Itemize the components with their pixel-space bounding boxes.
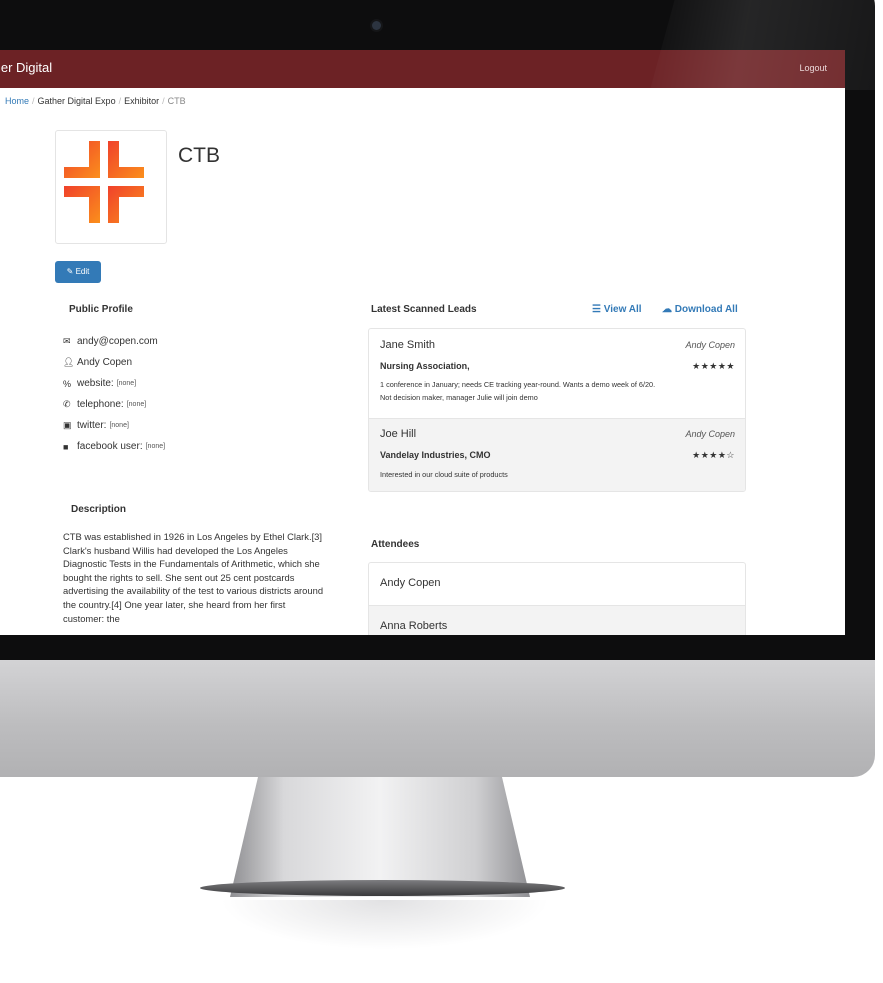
brand-link[interactable]: ther Digital (0, 60, 52, 75)
download-all-label: Download All (674, 304, 738, 315)
breadcrumb-exhibitor[interactable]: Exhibitor (124, 96, 159, 106)
attendee-name: Andy Copen (380, 577, 441, 589)
edit-button[interactable]: ✎ Edit (55, 261, 101, 283)
breadcrumb-separator: / (32, 96, 35, 106)
lead-note-line2: Not decision maker, manager Julie will j… (380, 393, 538, 402)
attendee-name: Anna Roberts (380, 620, 448, 632)
breadcrumb-separator: / (118, 96, 122, 106)
lead-item[interactable]: Jane Smith Andy Copen Nursing Associatio… (369, 329, 745, 418)
website-value: [none] (116, 380, 137, 387)
lead-org: Vandelay Industries, CMO (380, 450, 491, 460)
lead-rating: ★★★★★ (692, 361, 735, 371)
lead-org: Nursing Association, (380, 361, 470, 371)
lead-owner: Andy Copen (685, 340, 735, 350)
breadcrumb-separator: / (162, 96, 165, 106)
twitter-label: twitter: (77, 420, 107, 431)
camera-icon (372, 21, 381, 30)
logout-link[interactable]: Logout (799, 63, 827, 73)
monitor-reflection (220, 900, 550, 950)
user-icon: 👤︎ (63, 357, 75, 367)
lead-note-line1: Interested in our cloud suite of product… (380, 470, 508, 479)
lead-note-line1: 1 conference in January; needs CE tracki… (380, 380, 656, 389)
profile-list: ✉ andy@copen.com 👤︎ Andy Copen % website… (63, 331, 165, 457)
edit-icon: ✎ (66, 267, 74, 276)
leads-title: Latest Scanned Leads (371, 304, 477, 315)
ctb-logo-icon (64, 141, 144, 223)
attendees-title: Attendees (371, 539, 420, 550)
contact-name: Andy Copen (77, 357, 133, 368)
app-screen: ther Digital Logout Home/Gather Digital … (0, 50, 845, 635)
email-link[interactable]: andy@copen.com (77, 336, 158, 347)
profile-contact: 👤︎ Andy Copen (63, 352, 165, 373)
lead-name: Jane Smith (380, 339, 436, 351)
edit-button-label: Edit (75, 267, 90, 276)
top-navbar: ther Digital Logout (0, 50, 845, 88)
breadcrumb: Home / Gather Digital Expo / Exhibitor / CTB (5, 96, 186, 106)
view-all-label: View All (603, 304, 642, 315)
company-title: CTB (178, 144, 220, 167)
attendee-item[interactable]: Andy Copen (369, 563, 745, 605)
telephone-label: telephone: (77, 399, 124, 410)
lead-name: Joe Hill (380, 428, 417, 440)
website-label: website: (77, 378, 114, 389)
lead-rating: ★★★★☆ (692, 450, 735, 460)
profile-telephone: ✆ telephone: [none] (63, 394, 165, 415)
twitter-value: [none] (109, 422, 129, 429)
description-title: Description (71, 504, 127, 515)
facebook-value: [none] (145, 443, 166, 450)
facebook-label: facebook user: (77, 441, 143, 452)
monitor-chin (0, 660, 875, 777)
breadcrumb-expo[interactable]: Gather Digital Expo (38, 96, 116, 106)
download-all-link[interactable]: ☁ Download All (662, 304, 738, 315)
telephone-value: [none] (126, 401, 147, 408)
lead-item[interactable]: Joe Hill Andy Copen Vandelay Industries,… (369, 418, 745, 491)
cloud-download-icon: ☁ (662, 304, 672, 315)
profile-website: % website: [none] (63, 373, 165, 394)
monitor-stand (230, 777, 530, 897)
profile-twitter: ▣ twitter: [none] (63, 415, 165, 436)
attendee-item[interactable]: Anna Roberts (369, 605, 745, 635)
profile-email: ✉ andy@copen.com (63, 331, 165, 352)
public-profile-title: Public Profile (69, 304, 133, 315)
phone-icon: ✆ (63, 399, 71, 409)
breadcrumb-current: CTB (167, 96, 186, 106)
link-icon: % (63, 378, 72, 389)
attendees-panel: Andy Copen Anna Roberts (368, 562, 746, 635)
lead-owner: Andy Copen (685, 429, 735, 439)
breadcrumb-home[interactable]: Home (5, 96, 29, 106)
envelope-icon: ✉ (63, 336, 71, 346)
leads-panel: Jane Smith Andy Copen Nursing Associatio… (368, 328, 746, 492)
twitter-icon: ▣ (63, 420, 72, 430)
profile-facebook: ■ facebook user: [none] (63, 436, 165, 457)
company-logo (55, 130, 167, 244)
list-icon: ☰ (592, 304, 601, 315)
description-text: CTB was established in 1926 in Los Angel… (63, 531, 324, 624)
facebook-icon: ■ (63, 441, 69, 452)
view-all-link[interactable]: ☰ View All (592, 304, 642, 315)
monitor-foot (200, 880, 565, 896)
